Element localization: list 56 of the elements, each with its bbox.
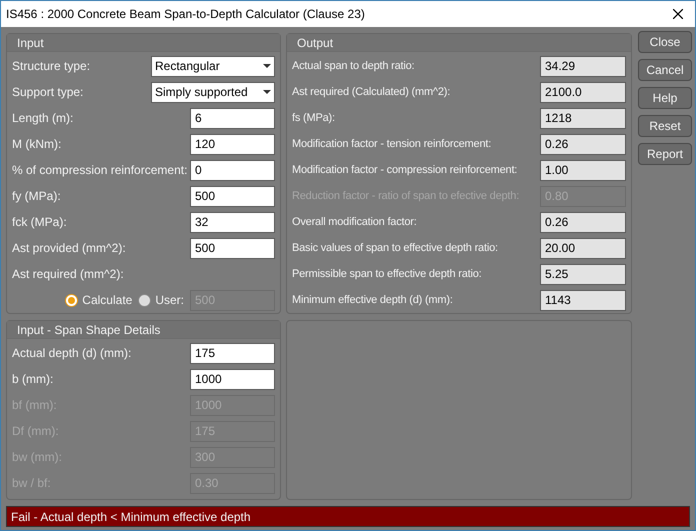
caret-icon <box>263 64 271 68</box>
dialog-button[interactable]: Close <box>638 31 692 53</box>
field-label: Support type: <box>12 84 84 101</box>
field-label: Basic values of span to effective depth ratio: <box>292 240 498 256</box>
input-field[interactable]: 175 <box>190 342 275 364</box>
status-text: Fail - Actual depth < Minimum effective depth <box>11 508 251 526</box>
field-label: Minimum effective depth (d) (mm): <box>292 292 453 308</box>
field-label: Overall modification factor: <box>292 214 417 230</box>
input-field[interactable]: 120 <box>190 134 275 154</box>
field-label: % of compression reinforcement: <box>12 162 188 179</box>
radio-label: Calculate <box>82 292 132 309</box>
input-field[interactable]: 0.26 <box>540 212 626 232</box>
dialog-button[interactable]: Help <box>638 87 692 109</box>
panel-title: Output <box>297 34 334 52</box>
input-field[interactable]: 0 <box>190 160 275 180</box>
field-label: Modification factor - tension reinforcement: <box>292 136 492 152</box>
panel-title: Input <box>17 34 44 52</box>
field-label: Actual depth (d) (mm): <box>12 345 132 362</box>
input-field[interactable]: 32 <box>190 212 275 232</box>
input-field[interactable]: 500 <box>190 186 275 206</box>
input-field[interactable]: 20.00 <box>540 238 626 258</box>
field-label: Permissible span to effective depth ratio: <box>292 266 482 282</box>
field-label: M (kNm): <box>12 136 62 153</box>
dropdown[interactable]: Simply supported <box>151 82 275 102</box>
dialog-button[interactable]: Report <box>638 143 692 165</box>
field-label: Ast provided (mm^2): <box>12 240 126 257</box>
dialog-button[interactable]: Cancel <box>638 59 692 81</box>
field-label: fs (MPa): <box>292 110 335 126</box>
field-label: Ast required (mm^2): <box>12 266 124 283</box>
input-field[interactable]: 1000 <box>190 368 275 390</box>
caret-icon <box>263 90 271 94</box>
input-field[interactable]: 6 <box>190 108 275 128</box>
input-field[interactable]: 1143 <box>540 290 626 310</box>
input-field[interactable]: 1.00 <box>540 160 626 180</box>
input-field[interactable]: 34.29 <box>540 56 626 76</box>
field-label: Ast required (Calculated) (mm^2): <box>292 84 450 100</box>
field-label: fy (MPa): <box>12 188 61 205</box>
input-field[interactable]: 5.25 <box>540 264 626 284</box>
input-field[interactable]: 0.26 <box>540 134 626 154</box>
field-label: fck (MPa): <box>12 214 67 231</box>
dropdown[interactable]: Rectangular <box>151 56 275 76</box>
field-label: b (mm): <box>12 371 54 388</box>
panel-title: Input - Span Shape Details <box>17 322 160 338</box>
input-field[interactable]: 2100.0 <box>540 82 626 102</box>
radio-label: User: <box>155 292 184 309</box>
field-label: Modification factor - compression reinforcement: <box>292 162 518 178</box>
field-label: Actual span to depth ratio: <box>292 58 414 74</box>
input-field[interactable]: 500 <box>190 238 275 258</box>
field-label: Length (m): <box>12 110 74 127</box>
close-icon[interactable] <box>673 9 683 19</box>
radio-button[interactable] <box>65 294 78 306</box>
field-label: Structure type: <box>12 58 90 75</box>
window-title: IS456 : 2000 Concrete Beam Span-to-Depth Calculator (Clause 23) <box>6 6 365 23</box>
input-field[interactable]: 1218 <box>540 108 626 128</box>
dialog-button[interactable]: Reset <box>638 115 692 137</box>
radio-button[interactable] <box>138 294 152 306</box>
